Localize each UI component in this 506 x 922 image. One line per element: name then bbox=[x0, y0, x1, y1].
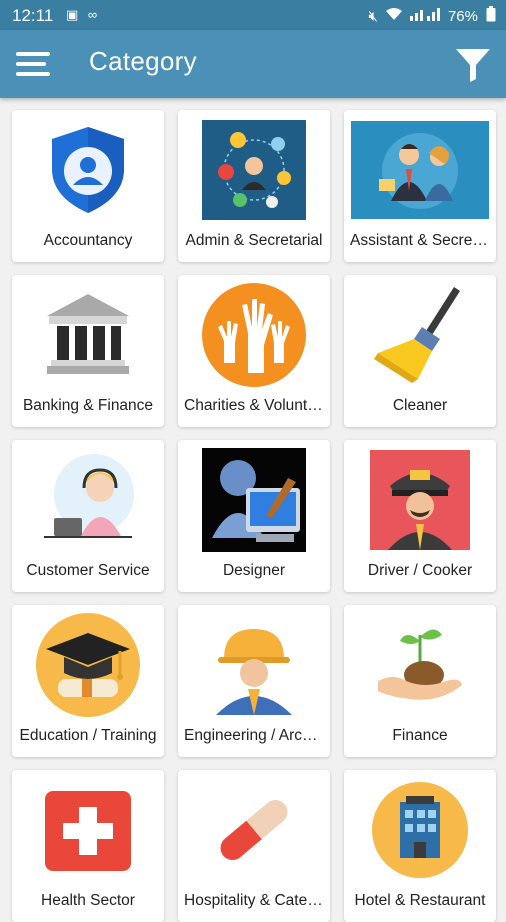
category-card-education[interactable]: Education / Training bbox=[12, 605, 164, 757]
headset-agent-icon bbox=[36, 448, 140, 552]
status-time: 12:11 bbox=[12, 6, 54, 25]
medical-cross-icon bbox=[36, 778, 140, 882]
computer-designer-icon bbox=[202, 448, 306, 552]
battery-icon bbox=[486, 6, 496, 26]
category-label: Charities & Voluntary bbox=[184, 397, 324, 414]
signal-icon bbox=[409, 7, 440, 25]
category-label: Customer Service bbox=[26, 562, 150, 579]
shield-user-icon bbox=[36, 118, 140, 222]
battery-level: 76% bbox=[447, 7, 478, 25]
category-label: Accountancy bbox=[43, 232, 133, 249]
category-grid: Accountancy Admin & Secretarial Assistan… bbox=[12, 110, 496, 922]
category-card-hotel[interactable]: Hotel & Restaurant bbox=[344, 770, 496, 922]
category-label: Cleaner bbox=[392, 397, 448, 414]
notification-icons: ▣ ∞ bbox=[66, 7, 101, 22]
category-card-driver[interactable]: Driver / Cooker bbox=[344, 440, 496, 592]
category-label: Engineering / Architecture bbox=[184, 727, 324, 744]
category-card-assistant[interactable]: Assistant & Secretarial bbox=[344, 110, 496, 262]
category-card-accountancy[interactable]: Accountancy bbox=[12, 110, 164, 262]
assistant-people-icon bbox=[350, 118, 490, 222]
category-card-hospitality[interactable]: Hospitality & Catering bbox=[178, 770, 330, 922]
category-label: Hotel & Restaurant bbox=[354, 892, 486, 909]
status-bar: 12:11 ▣ ∞ 🔇︎ 76% bbox=[0, 0, 506, 30]
wifi-icon bbox=[385, 7, 402, 25]
engineer-helmet-icon bbox=[202, 613, 306, 717]
category-label: Assistant & Secretarial bbox=[350, 232, 490, 249]
category-label: Admin & Secretarial bbox=[185, 232, 323, 249]
category-label: Health Sector bbox=[41, 892, 135, 909]
status-right: 🔇︎ 76% bbox=[369, 6, 496, 26]
category-label: Banking & Finance bbox=[22, 397, 154, 414]
filter-button[interactable] bbox=[454, 46, 492, 84]
category-card-admin[interactable]: Admin & Secretarial bbox=[178, 110, 330, 262]
plant-coin-hand-icon bbox=[368, 613, 472, 717]
category-card-customer-service[interactable]: Customer Service bbox=[12, 440, 164, 592]
mute-icon: 🔇︎ bbox=[368, 7, 378, 25]
category-card-charities[interactable]: Charities & Voluntary bbox=[178, 275, 330, 427]
bank-building-icon bbox=[36, 283, 140, 387]
filter-icon bbox=[456, 49, 490, 82]
admin-network-icon bbox=[202, 118, 306, 222]
category-label: Hospitality & Catering bbox=[184, 892, 324, 909]
page-title: Category bbox=[89, 46, 197, 76]
category-card-finance[interactable]: Finance bbox=[344, 605, 496, 757]
category-card-banking[interactable]: Banking & Finance bbox=[12, 275, 164, 427]
pill-capsule-icon bbox=[202, 778, 306, 882]
category-card-designer[interactable]: Designer bbox=[178, 440, 330, 592]
hamburger-icon bbox=[16, 52, 50, 56]
taxi-driver-icon bbox=[368, 448, 472, 552]
category-label: Finance bbox=[392, 727, 448, 744]
category-label: Designer bbox=[222, 562, 286, 579]
category-label: Driver / Cooker bbox=[367, 562, 473, 579]
broom-icon bbox=[368, 283, 472, 387]
category-label: Education / Training bbox=[19, 727, 157, 744]
category-card-engineering[interactable]: Engineering / Architecture bbox=[178, 605, 330, 757]
hotel-building-icon bbox=[368, 778, 472, 882]
menu-button[interactable] bbox=[16, 52, 52, 78]
category-card-cleaner[interactable]: Cleaner bbox=[344, 275, 496, 427]
category-card-health[interactable]: Health Sector bbox=[12, 770, 164, 922]
raised-hands-icon bbox=[202, 283, 306, 387]
app-bar: Category bbox=[0, 30, 506, 98]
graduation-cap-icon bbox=[36, 613, 140, 717]
